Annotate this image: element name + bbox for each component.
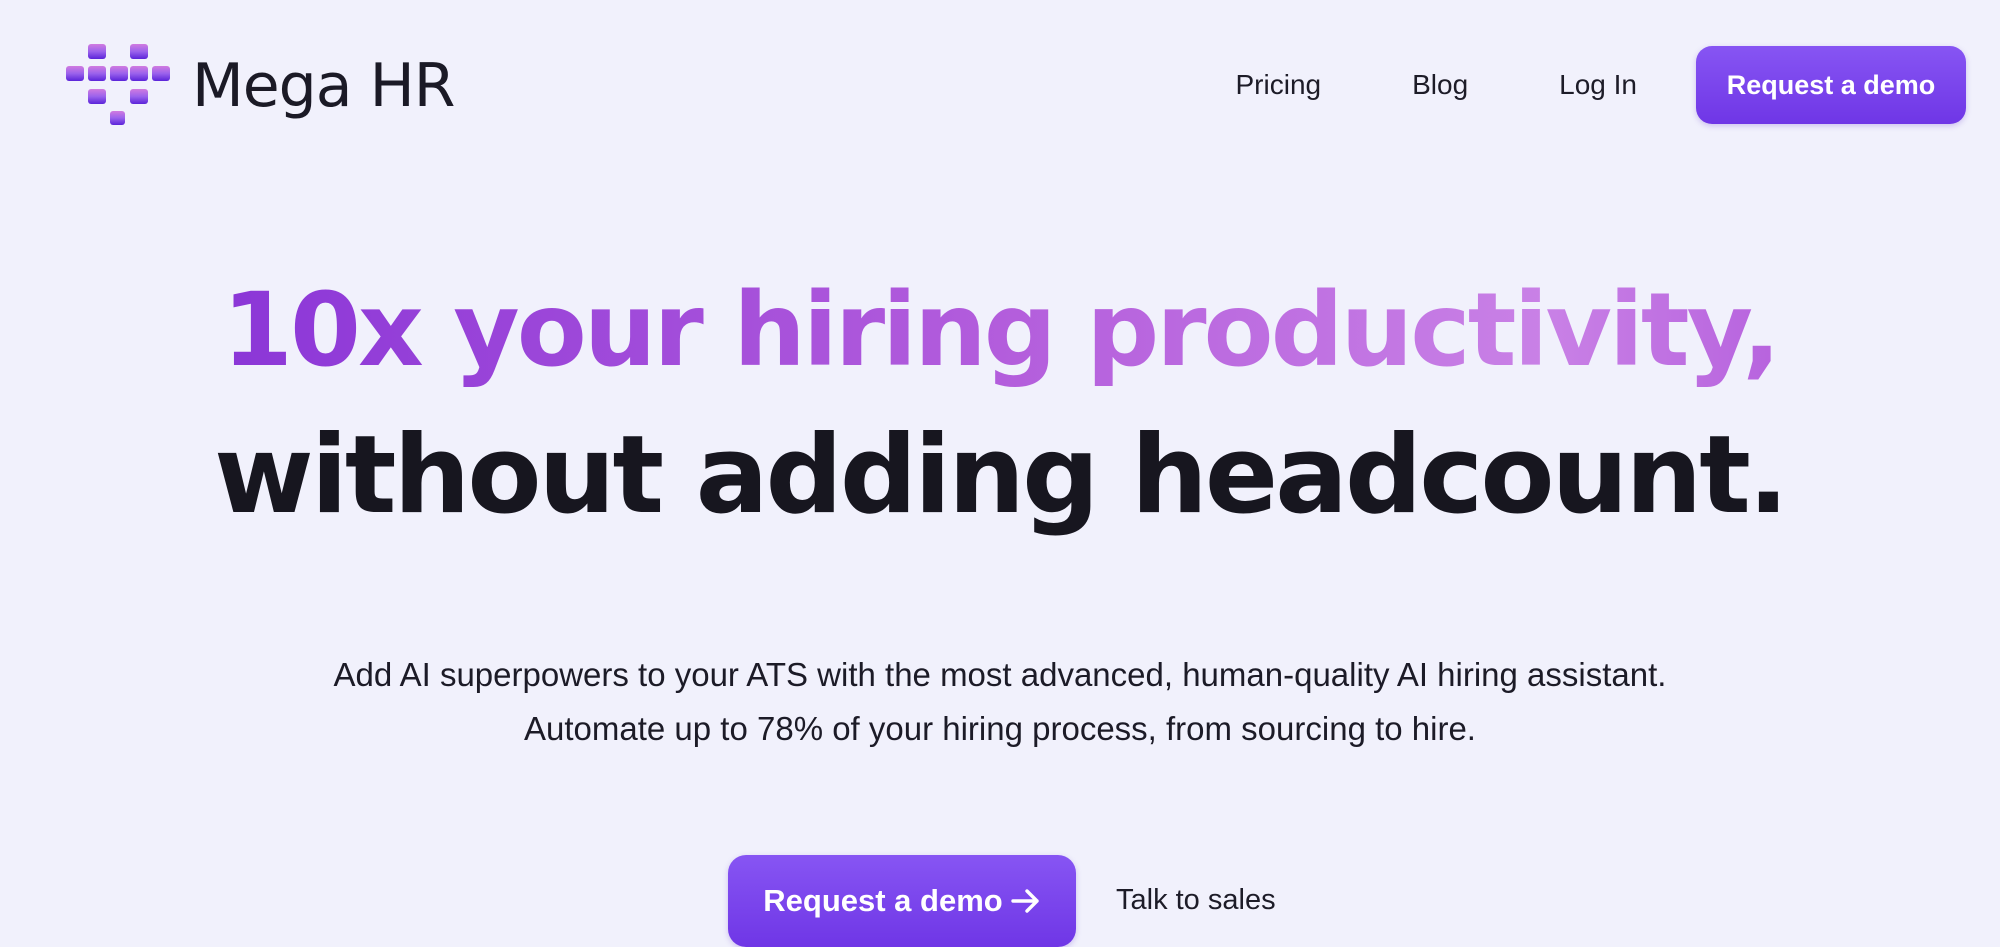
- hero-request-demo-button[interactable]: Request a demo: [728, 855, 1076, 947]
- arrow-right-icon: [1011, 889, 1039, 913]
- brand-name: Mega HR: [192, 51, 455, 121]
- mega-hr-logo-icon: [66, 44, 170, 125]
- hero-cta-row: Request a demo Talk to sales: [728, 855, 1276, 947]
- hero-headline: without adding headcount.: [214, 413, 1789, 538]
- logo-link[interactable]: Mega HR: [66, 44, 455, 128]
- hero-request-demo-label: Request a demo: [763, 883, 1003, 918]
- hero-subtitle-line-1: Add AI superpowers to your ATS with the …: [333, 656, 1667, 693]
- talk-to-sales-link[interactable]: Talk to sales: [1116, 884, 1276, 917]
- hero-subtitle: Add AI superpowers to your ATS with the …: [0, 648, 2000, 756]
- site-header: Mega HR Pricing Blog Log In Request a de…: [0, 0, 2000, 170]
- nav-blog-link[interactable]: Blog: [1412, 71, 1468, 99]
- nav-pricing-link[interactable]: Pricing: [1236, 71, 1322, 99]
- main-nav: Pricing Blog Log In Request a demo: [1236, 46, 1966, 124]
- header-request-demo-button[interactable]: Request a demo: [1696, 46, 1966, 124]
- nav-login-link[interactable]: Log In: [1559, 71, 1637, 99]
- hero-headline-highlight-text: 10x your hiring productivity,: [222, 271, 1781, 390]
- hero-headline-highlight: 10x your hiring productivity,: [0, 280, 2000, 382]
- hero-subtitle-line-2: Automate up to 78% of your hiring proces…: [524, 710, 1476, 747]
